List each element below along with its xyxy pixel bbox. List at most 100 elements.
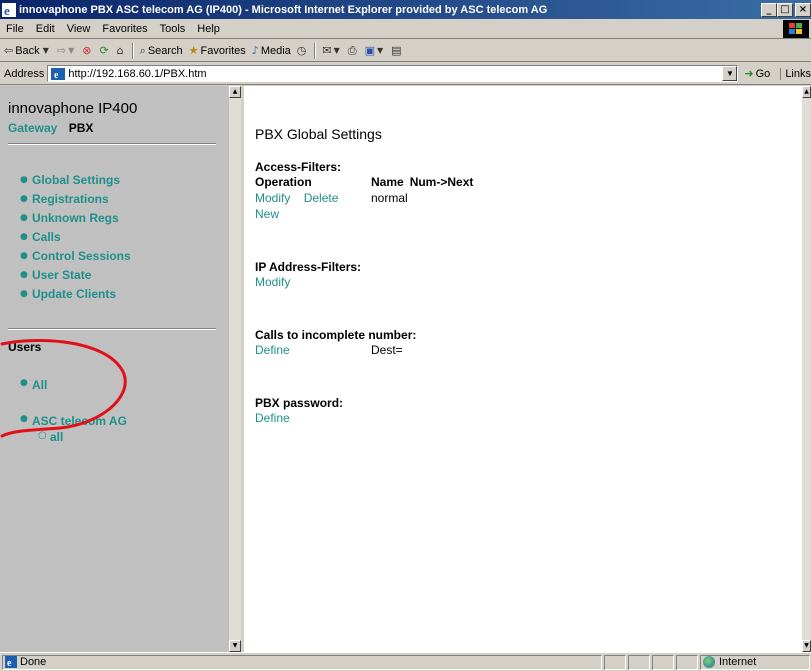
discuss-button[interactable]: ▤ — [391, 44, 403, 57]
favorites-button[interactable]: ★ Favorites — [189, 44, 246, 57]
address-bar: Address e http://192.168.60.1/PBX.htm ▼ … — [0, 63, 811, 85]
access-filters-heading: Access-Filters: — [255, 160, 342, 174]
page-icon: e — [51, 67, 66, 80]
address-input[interactable]: e http://192.168.60.1/PBX.htm ▼ — [47, 65, 739, 82]
back-button[interactable]: ⇦ Back ▼ — [4, 44, 51, 57]
history-button[interactable]: ◷ — [297, 44, 309, 57]
zone-text: Internet — [719, 656, 757, 668]
links-button[interactable]: Links — [780, 67, 811, 80]
window-title-bar: e innovaphone PBX ASC telecom AG (IP400)… — [0, 0, 811, 19]
menu-file[interactable]: File — [0, 23, 30, 35]
define-incomplete-link[interactable]: Define — [255, 343, 290, 357]
scroll-down-button[interactable]: ▼ — [802, 640, 811, 652]
menu-help[interactable]: Help — [191, 23, 226, 35]
menu-tools[interactable]: Tools — [154, 23, 192, 35]
refresh-icon: ⟳ — [99, 44, 109, 57]
home-button[interactable]: ⌂ — [117, 44, 126, 57]
chevron-down-icon: ▼ — [377, 46, 384, 55]
org-all-link[interactable]: ○ all — [38, 430, 218, 444]
pbx-link[interactable]: PBX — [69, 121, 94, 135]
navigation-scrollbar[interactable]: ▲ ▼ — [229, 86, 241, 652]
access-filters-section: Access-Filters: Operation Name Num->Next… — [255, 160, 775, 222]
define-password-link[interactable]: Define — [255, 410, 290, 426]
status-cell — [604, 654, 626, 670]
incomplete-number-heading: Calls to incomplete number: — [255, 328, 417, 342]
search-icon: ⌕ — [139, 43, 146, 57]
zone-cell: Internet — [700, 654, 810, 670]
refresh-button[interactable]: ⟳ — [99, 44, 110, 57]
chevron-down-icon: ▼ — [42, 46, 49, 55]
history-icon: ◷ — [296, 44, 307, 57]
page-status-icon: e — [5, 656, 17, 668]
delete-filter-link[interactable]: Delete — [304, 191, 339, 205]
go-arrow-icon: ➜ — [744, 67, 754, 80]
discuss-icon: ▤ — [391, 44, 402, 57]
address-url: http://192.168.60.1/PBX.htm — [68, 67, 207, 80]
col-num-next: Num->Next — [409, 175, 474, 189]
forward-button[interactable]: ⇨ ▼ — [57, 44, 76, 57]
users-all-link[interactable]: ● All — [20, 378, 218, 392]
scroll-up-button[interactable]: ▲ — [229, 86, 241, 98]
window-title: innovaphone PBX ASC telecom AG (IP400) -… — [19, 3, 548, 16]
nav-unknown-regs[interactable]: ● Unknown Regs — [20, 209, 218, 228]
org-link[interactable]: ● ASC telecom AG — [20, 414, 218, 428]
ie-icon: e — [2, 2, 16, 17]
gateway-link[interactable]: Gateway — [8, 121, 57, 135]
chevron-down-icon: ▼ — [68, 46, 75, 55]
divider — [8, 328, 216, 330]
filter-name-value: normal — [371, 191, 408, 205]
go-button[interactable]: ➜ Go — [744, 67, 770, 80]
close-button[interactable]: × — [795, 2, 811, 17]
scroll-down-button[interactable]: ▼ — [229, 640, 241, 652]
status-cell — [652, 654, 674, 670]
pbx-password-heading: PBX password: — [255, 396, 344, 410]
maximize-button[interactable]: □ — [777, 2, 793, 17]
toolbar-separator — [314, 42, 317, 59]
users-heading: Users — [8, 340, 42, 354]
stop-button[interactable]: ⊗ — [82, 44, 93, 57]
print-button[interactable]: ⎙ — [348, 44, 359, 58]
svg-text:e: e — [4, 3, 10, 17]
mail-icon: ✉ — [322, 44, 332, 57]
content-scrollbar[interactable]: ▲ ▼ — [802, 86, 811, 652]
modify-ip-filters-link[interactable]: Modify — [255, 274, 290, 290]
windows-logo-icon — [783, 20, 809, 38]
edit-word-button[interactable]: ▣ ▼ — [365, 44, 386, 57]
favorites-label: Favorites — [200, 44, 246, 57]
page-title: PBX Global Settings — [255, 126, 382, 142]
navigation-frame: innovaphone IP400 Gateway PBX ● Global Se… — [0, 86, 241, 652]
modify-filter-link[interactable]: Modify — [255, 191, 290, 205]
mail-button[interactable]: ✉ ▼ — [322, 44, 341, 57]
incomplete-number-section: Calls to incomplete number: Define Dest= — [255, 328, 775, 358]
menu-favorites[interactable]: Favorites — [96, 23, 153, 35]
table-row: Modify Delete normal — [255, 190, 775, 206]
menu-edit[interactable]: Edit — [30, 23, 61, 35]
brand-title: innovaphone IP400 — [8, 100, 138, 117]
svg-text:e: e — [54, 70, 59, 80]
col-operation: Operation — [255, 175, 312, 189]
nav-user-state[interactable]: ● User State — [20, 266, 218, 285]
new-filter-link[interactable]: New — [255, 206, 279, 222]
go-label: Go — [755, 67, 771, 80]
word-icon: ▣ — [364, 44, 375, 57]
search-button[interactable]: ⌕ Search — [140, 44, 183, 58]
globe-icon — [703, 656, 715, 668]
minimize-button[interactable]: _ — [761, 2, 777, 17]
svg-text:e: e — [7, 658, 12, 668]
print-icon: ⎙ — [347, 43, 357, 57]
nav-registrations[interactable]: ● Registrations — [20, 190, 218, 209]
status-cell — [628, 654, 650, 670]
status-text-cell: e Done — [2, 654, 602, 670]
nav-calls[interactable]: ● Calls — [20, 228, 218, 247]
media-button[interactable]: ♪ Media — [252, 44, 291, 57]
scroll-up-button[interactable]: ▲ — [802, 86, 811, 98]
address-dropdown-button[interactable]: ▼ — [722, 66, 738, 81]
nav-update-clients[interactable]: ● Update Clients — [20, 285, 218, 304]
nav-control-sessions[interactable]: ● Control Sessions — [20, 247, 218, 266]
forward-arrow-icon: ⇨ — [56, 44, 67, 57]
menu-view[interactable]: View — [61, 23, 97, 35]
nav-global-settings[interactable]: ● Global Settings — [20, 171, 218, 190]
media-label: Media — [260, 44, 291, 57]
search-label: Search — [147, 44, 183, 57]
status-bar: e Done Internet — [0, 652, 811, 671]
